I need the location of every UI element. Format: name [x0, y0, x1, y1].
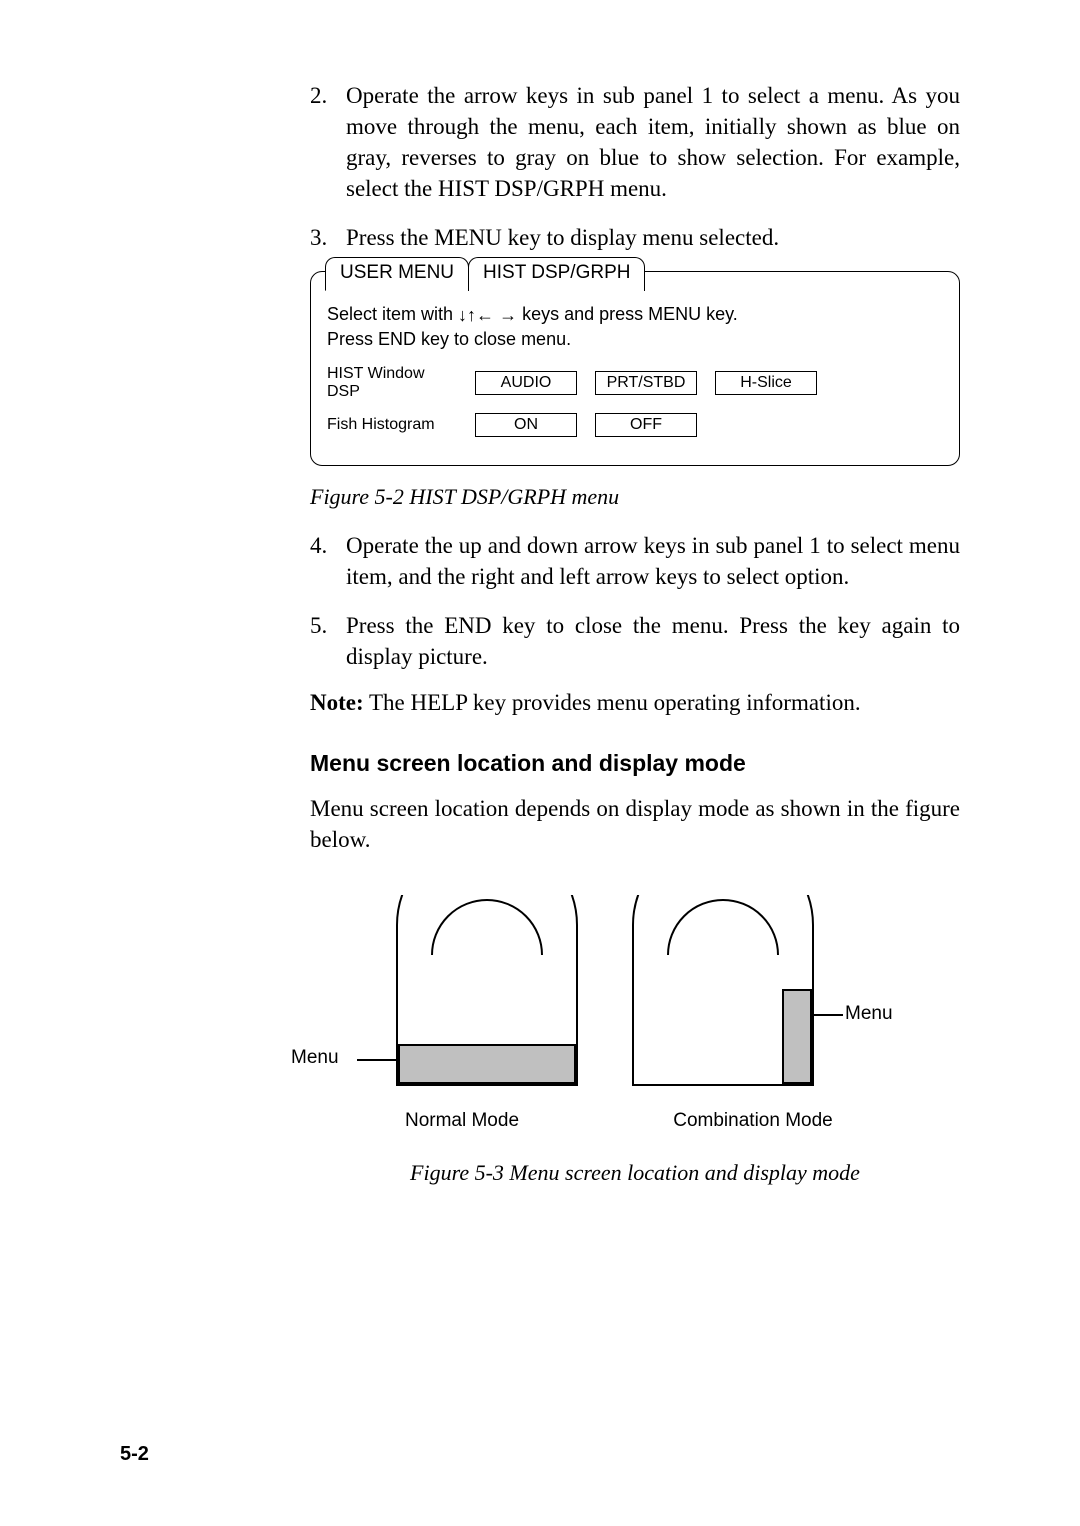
menu-tabs: USER MENU HIST DSP/GRPH	[327, 271, 943, 291]
instr-line2: Press END key to close menu.	[327, 329, 571, 349]
step-5-text: Press the END key to close the menu. Pre…	[346, 610, 960, 672]
row1-label: HIST Window DSP	[327, 365, 457, 401]
normal-mode-col: Menu Normal Mode	[337, 895, 587, 1132]
arrow-down-icon: ↓	[458, 303, 467, 327]
menu-label-left: Menu	[291, 1047, 339, 1069]
step-2: 2. Operate the arrow keys in sub panel 1…	[310, 80, 960, 204]
arrow-right-icon: →	[499, 303, 517, 327]
menu-row-1: HIST Window DSP AUDIO PRT/STBD H-Slice	[327, 365, 943, 401]
arrow-left-icon: ←	[476, 303, 494, 327]
combo-mode-col: Menu Combination Mode	[623, 895, 883, 1132]
section-para: Menu screen location depends on display …	[310, 793, 960, 855]
section-title: Menu screen location and display mode	[310, 750, 960, 777]
instr-post: keys and press MENU key.	[517, 304, 738, 324]
row2-label: Fish Histogram	[327, 416, 457, 434]
note: Note: The HELP key provides menu operati…	[310, 690, 960, 716]
page: 2. Operate the arrow keys in sub panel 1…	[0, 0, 1080, 1526]
row2-opt-on: ON	[475, 413, 577, 437]
step-2-num: 2.	[310, 80, 346, 204]
note-label: Note:	[310, 690, 364, 715]
combo-mode-caption: Combination Mode	[673, 1110, 832, 1132]
step-4: 4. Operate the up and down arrow keys in…	[310, 530, 960, 592]
step-2-text: Operate the arrow keys in sub panel 1 to…	[346, 80, 960, 204]
note-text: The HELP key provides menu operating inf…	[364, 690, 861, 715]
instr-pre: Select item with	[327, 304, 458, 324]
step-5-num: 5.	[310, 610, 346, 672]
row1-opt-audio: AUDIO	[475, 371, 577, 395]
combo-mode-diagram: Menu	[623, 895, 883, 1100]
menu-row-2: Fish Histogram ON OFF	[327, 413, 943, 437]
figure-5-2-caption: Figure 5-2 HIST DSP/GRPH menu	[310, 484, 960, 510]
tab-user-menu: USER MENU	[325, 257, 469, 291]
step-4-text: Operate the up and down arrow keys in su…	[346, 530, 960, 592]
arrow-up-icon: ↑	[467, 303, 476, 327]
tab-hist-dsp-grph: HIST DSP/GRPH	[468, 257, 645, 291]
figure-5-3-caption: Figure 5-3 Menu screen location and disp…	[310, 1160, 960, 1186]
instruction-list-cont: 4. Operate the up and down arrow keys in…	[310, 530, 960, 672]
step-4-num: 4.	[310, 530, 346, 592]
menu-label-right: Menu	[845, 1003, 893, 1025]
instruction-list: 2. Operate the arrow keys in sub panel 1…	[310, 80, 960, 253]
page-number: 5-2	[120, 1443, 149, 1466]
step-3-num: 3.	[310, 222, 346, 253]
normal-mode-diagram: Menu	[337, 895, 587, 1100]
row2-opt-off: OFF	[595, 413, 697, 437]
step-5: 5. Press the END key to close the menu. …	[310, 610, 960, 672]
mode-figure: Menu Normal Mode Menu Combination Mode	[260, 895, 960, 1132]
step-3: 3. Press the MENU key to display menu se…	[310, 222, 960, 253]
menu-instruction: Select item with ↓↑← → keys and press ME…	[327, 302, 943, 351]
row1-opt-hslice: H-Slice	[715, 371, 817, 395]
step-3-text: Press the MENU key to display menu selec…	[346, 222, 960, 253]
hist-dsp-grph-menu: USER MENU HIST DSP/GRPH Select item with…	[310, 271, 960, 466]
normal-mode-caption: Normal Mode	[405, 1110, 519, 1132]
row1-opt-prtstbd: PRT/STBD	[595, 371, 697, 395]
